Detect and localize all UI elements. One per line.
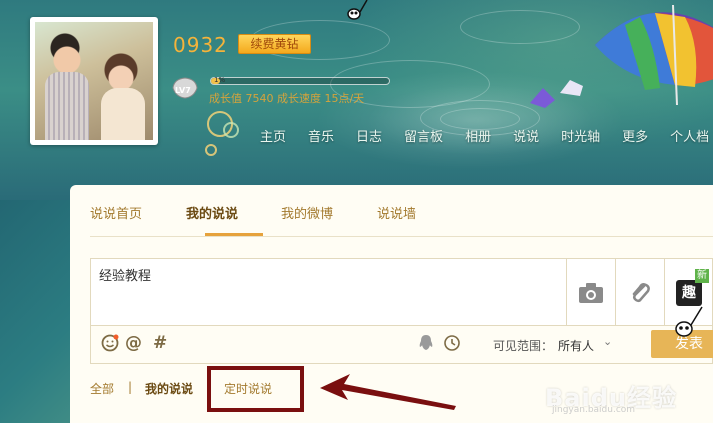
active-tab-indicator [205,233,263,236]
music-note-icon [347,0,368,20]
level-text: LV7 [175,86,191,95]
camera-icon [579,283,603,303]
nav-item[interactable]: 日志 [356,126,382,145]
qq-number[interactable]: 0932 [173,33,228,57]
post-input[interactable]: 经验教程 [99,265,151,284]
avatar-photo [35,22,153,140]
renew-vip-button[interactable]: 续费黄钻 [238,34,311,54]
tab-my-weibo[interactable]: 我的微博 [281,203,333,222]
nav-item[interactable]: 主页 [260,126,286,145]
paperclip-icon [632,283,650,303]
at-icon[interactable]: @ [125,333,142,353]
baidu-watermark-url: jingyan.baidu.com [552,405,636,415]
visibility-label: 可见范围： [493,339,554,353]
avatar[interactable] [30,17,158,145]
hash-icon[interactable]: # [153,333,167,353]
qq-icon[interactable] [417,334,435,352]
nav-item[interactable]: 留言板 [404,126,443,145]
arrow-annotation [320,374,456,410]
bubble-decoration [205,144,217,156]
bubble-decoration [223,122,239,138]
growth-progress-bar [210,77,390,85]
profile-nav: 主页 音乐 日志 留言板 相册 说说 时光轴 更多 个人档 [260,126,713,145]
post-toolbar: @ # 可见范围： 所有人 ⌄ 发表 [90,326,713,364]
visibility-select[interactable]: 所有人 [558,337,594,354]
growth-stats: 成长值 7540 成长速度 15点/天 [209,92,365,105]
chevron-down-icon[interactable]: ⌄ [603,335,612,348]
smiley-icon[interactable] [101,334,119,352]
tab-shuoshuo-home[interactable]: 说说首页 [90,203,142,222]
tab-shuoshuo-wall[interactable]: 说说墙 [377,203,416,222]
photo-upload-button[interactable] [566,259,615,327]
tab-my-shuoshuo[interactable]: 我的说说 [186,203,238,222]
new-tag: 新 [695,269,709,283]
nav-item[interactable]: 个人档 [670,126,709,145]
nav-item[interactable]: 时光轴 [561,126,600,145]
nav-item[interactable]: 相册 [465,126,491,145]
umbrella-illustration [595,5,713,105]
filter-all[interactable]: 全部 [90,380,114,397]
nav-item[interactable]: 说说 [513,126,539,145]
filter-my-shuoshuo[interactable]: 我的说说 [145,380,193,397]
nav-item[interactable]: 音乐 [308,126,334,145]
link-button[interactable] [615,259,664,327]
ripple [460,10,580,44]
music-note-icon [675,306,703,337]
progress-label: 1% [214,76,226,84]
filter-separator: | [128,380,133,394]
tab-bar: 说说首页 我的说说 我的微博 说说墙 [90,185,713,237]
fun-icon: 趣 [676,280,702,306]
post-editor[interactable]: 经验教程 新 趣 [90,258,713,327]
highlight-annotation [207,366,304,412]
clock-icon[interactable] [443,334,461,352]
nav-item[interactable]: 更多 [622,126,648,145]
paper-boats-illustration [530,80,583,108]
